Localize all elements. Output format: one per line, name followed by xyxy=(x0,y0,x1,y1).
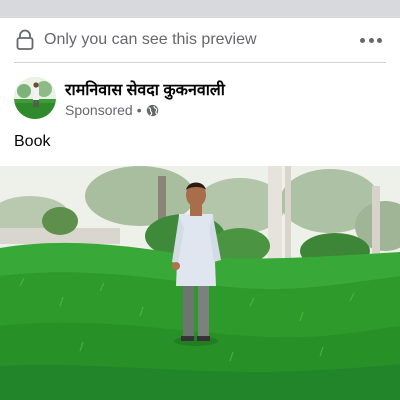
avatar[interactable] xyxy=(14,77,56,119)
post-image[interactable] xyxy=(0,166,400,400)
lock-icon xyxy=(15,29,35,51)
sponsored-label[interactable]: Sponsored xyxy=(65,102,133,118)
post-text: Book xyxy=(14,133,51,150)
globe-icon[interactable] xyxy=(146,104,159,117)
preview-notice-bar: Only you can see this preview xyxy=(0,22,400,58)
sponsored-post-preview: Only you can see this preview रामनिवास स… xyxy=(0,0,400,400)
preview-notice-text: Only you can see this preview xyxy=(44,31,257,48)
top-strip xyxy=(0,0,400,18)
page-name[interactable]: रामनिवास सेवदा कुकनवाली xyxy=(65,78,225,100)
post-meta: Sponsored • xyxy=(65,101,159,119)
more-options-icon[interactable] xyxy=(360,36,382,44)
meta-separator: • xyxy=(136,102,142,118)
divider xyxy=(14,62,386,63)
